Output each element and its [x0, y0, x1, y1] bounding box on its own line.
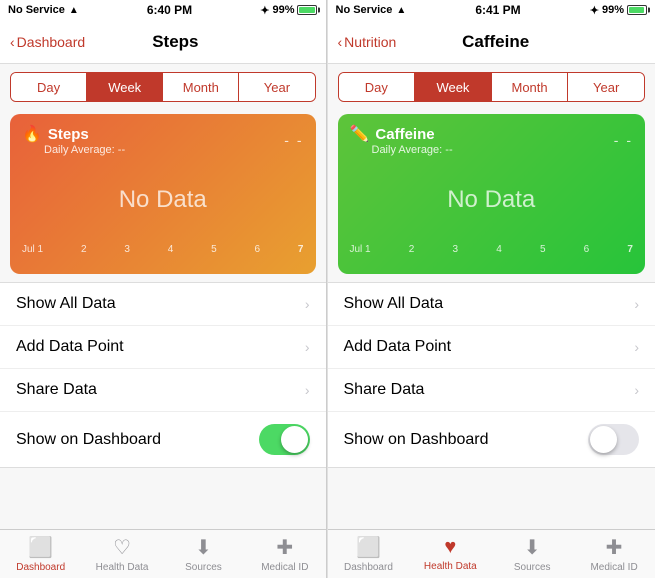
- bluetooth-left: ✦: [260, 4, 269, 17]
- segment-year-left[interactable]: Year: [239, 73, 314, 101]
- battery-pct-left: 99%: [272, 4, 294, 16]
- sources-tab-icon-left: ⬇: [195, 535, 212, 560]
- show-on-dashboard-label-right: Show on Dashboard: [344, 431, 489, 449]
- tab-dashboard-left[interactable]: ⬜ Dashboard: [0, 530, 81, 578]
- chart-axis-right: Jul 1 2 3 4 5 6 7: [338, 240, 646, 263]
- tab-sources-left[interactable]: ⬇ Sources: [163, 530, 244, 578]
- show-all-data-left[interactable]: Show All Data ›: [0, 283, 326, 326]
- segment-week-right[interactable]: Week: [415, 73, 492, 101]
- add-data-point-label-right: Add Data Point: [344, 338, 452, 356]
- right-panel: No Service ▲ 6:41 PM ✦ 99% ‹ Nutrition C…: [328, 0, 655, 578]
- service-left: No Service: [8, 4, 65, 16]
- health-tab-icon-left: ♡: [113, 535, 131, 560]
- time-right: 6:41 PM: [475, 3, 520, 17]
- tab-sources-label-right: Sources: [514, 562, 551, 573]
- chevron-right-icon: ›: [634, 339, 639, 355]
- add-data-point-label-left: Add Data Point: [16, 338, 124, 356]
- tab-sources-right[interactable]: ⬇ Sources: [491, 530, 573, 578]
- tab-health-right[interactable]: ♥ Health Data: [409, 530, 491, 578]
- tab-medical-left[interactable]: ✚ Medical ID: [244, 530, 325, 578]
- segment-month-right[interactable]: Month: [492, 73, 569, 101]
- chevron-right-icon: ›: [305, 382, 310, 398]
- chart-menu-left[interactable]: - -: [284, 132, 303, 148]
- share-data-left[interactable]: Share Data ›: [0, 369, 326, 412]
- tab-medical-right[interactable]: ✚ Medical ID: [573, 530, 655, 578]
- tab-dashboard-label-left: Dashboard: [16, 562, 65, 573]
- tab-bar-right: ⬜ Dashboard ♥ Health Data ⬇ Sources ✚ Me…: [328, 529, 655, 578]
- tab-medical-label-left: Medical ID: [261, 562, 308, 573]
- segment-control-right: Day Week Month Year: [338, 72, 646, 102]
- chart-subtitle-right: Daily Average: --: [372, 144, 453, 156]
- status-bar-right: No Service ▲ 6:41 PM ✦ 99%: [328, 0, 655, 20]
- time-left: 6:40 PM: [147, 3, 192, 17]
- segment-day-left[interactable]: Day: [11, 73, 87, 101]
- dashboard-tab-icon-right: ⬜: [356, 535, 381, 560]
- list-group-left: Show All Data › Add Data Point › Share D…: [0, 282, 326, 468]
- share-data-right[interactable]: Share Data ›: [328, 369, 655, 412]
- no-data-left: No Data: [10, 160, 316, 240]
- chart-title-left: Steps: [48, 126, 89, 143]
- chart-card-right: ✏️ Caffeine Daily Average: -- - - No Dat…: [338, 114, 646, 274]
- left-panel: No Service ▲ 6:40 PM ✦ 99% ‹ Dashboard S…: [0, 0, 327, 578]
- segment-day-right[interactable]: Day: [339, 73, 416, 101]
- add-data-point-right[interactable]: Add Data Point ›: [328, 326, 655, 369]
- dashboard-toggle-left[interactable]: [259, 424, 310, 455]
- chevron-left-icon: ‹: [10, 34, 15, 50]
- health-tab-icon-right: ♥: [444, 536, 456, 559]
- chevron-right-icon: ›: [305, 296, 310, 312]
- tab-dashboard-label-right: Dashboard: [344, 562, 393, 573]
- chevron-right-icon: ›: [634, 296, 639, 312]
- tab-health-label-right: Health Data: [424, 561, 477, 572]
- no-data-right: No Data: [338, 160, 646, 240]
- wifi-icon-right: ▲: [396, 5, 406, 16]
- show-all-data-label-right: Show All Data: [344, 295, 444, 313]
- chevron-left-icon: ‹: [338, 34, 343, 50]
- segment-week-left[interactable]: Week: [87, 73, 163, 101]
- battery-pct-right: 99%: [602, 4, 624, 16]
- add-data-point-left[interactable]: Add Data Point ›: [0, 326, 326, 369]
- show-all-data-label-left: Show All Data: [16, 295, 116, 313]
- tab-health-label-left: Health Data: [96, 562, 149, 573]
- chart-title-right: Caffeine: [375, 126, 434, 143]
- show-all-data-right[interactable]: Show All Data ›: [328, 283, 655, 326]
- chevron-right-icon: ›: [634, 382, 639, 398]
- nav-bar-right: ‹ Nutrition Caffeine: [328, 20, 655, 64]
- list-group-right: Show All Data › Add Data Point › Share D…: [328, 282, 655, 468]
- nav-bar-left: ‹ Dashboard Steps: [0, 20, 326, 64]
- nav-title-left: Steps: [35, 32, 315, 52]
- show-on-dashboard-label-left: Show on Dashboard: [16, 431, 161, 449]
- bluetooth-right: ✦: [590, 4, 599, 17]
- sources-tab-icon-right: ⬇: [524, 535, 541, 560]
- chart-menu-right[interactable]: - -: [614, 132, 633, 148]
- tab-sources-label-left: Sources: [185, 562, 222, 573]
- segment-month-left[interactable]: Month: [163, 73, 239, 101]
- battery-icon-left: [297, 5, 317, 15]
- tab-bar-left: ⬜ Dashboard ♡ Health Data ⬇ Sources ✚ Me…: [0, 529, 326, 578]
- segment-year-right[interactable]: Year: [568, 73, 644, 101]
- dashboard-tab-icon-left: ⬜: [28, 535, 53, 560]
- chart-subtitle-left: Daily Average: --: [44, 144, 125, 156]
- wifi-icon-left: ▲: [69, 5, 79, 16]
- battery-icon-right: [627, 5, 647, 15]
- service-right: No Service: [336, 4, 393, 16]
- medical-tab-icon-right: ✚: [606, 535, 623, 560]
- dashboard-toggle-right[interactable]: [588, 424, 639, 455]
- segment-control-left: Day Week Month Year: [10, 72, 316, 102]
- medical-tab-icon-left: ✚: [276, 535, 293, 560]
- tab-health-left[interactable]: ♡ Health Data: [81, 530, 162, 578]
- chart-icon-right: ✏️: [350, 124, 370, 144]
- chart-icon-left: 🔥: [22, 124, 42, 144]
- nav-title-right: Caffeine: [346, 32, 645, 52]
- status-bar-left: No Service ▲ 6:40 PM ✦ 99%: [0, 0, 326, 20]
- tab-medical-label-right: Medical ID: [590, 562, 637, 573]
- share-data-label-right: Share Data: [344, 381, 425, 399]
- show-on-dashboard-right[interactable]: Show on Dashboard: [328, 412, 655, 467]
- show-on-dashboard-left[interactable]: Show on Dashboard: [0, 412, 326, 467]
- share-data-label-left: Share Data: [16, 381, 97, 399]
- chart-card-left: 🔥 Steps Daily Average: -- - - No Data Ju…: [10, 114, 316, 274]
- chart-axis-left: Jul 1 2 3 4 5 6 7: [10, 240, 316, 263]
- tab-dashboard-right[interactable]: ⬜ Dashboard: [328, 530, 410, 578]
- chevron-right-icon: ›: [305, 339, 310, 355]
